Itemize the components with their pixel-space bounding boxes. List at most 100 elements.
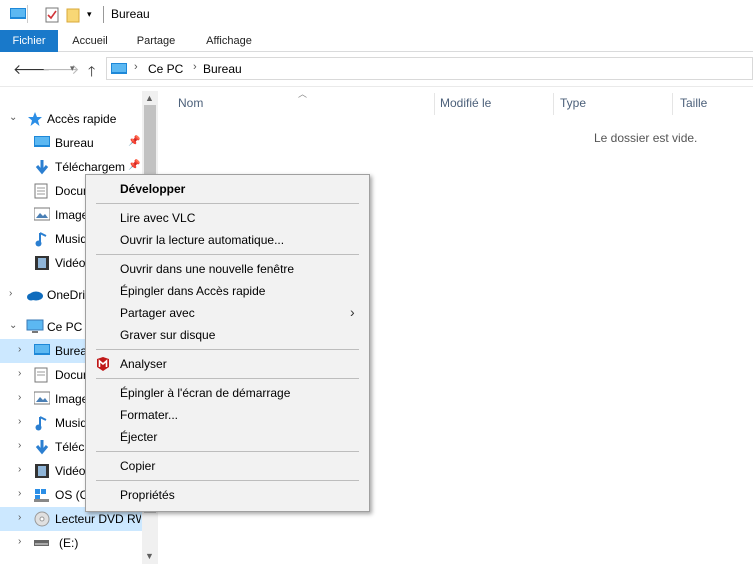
nav-label: OS (C:)	[55, 488, 85, 502]
computer-icon	[26, 319, 44, 335]
new-folder-icon[interactable]	[66, 7, 80, 23]
tab-accueil[interactable]: Accueil	[62, 30, 118, 52]
expand-chevron-icon[interactable]: ›	[18, 488, 21, 499]
star-icon	[27, 111, 43, 127]
nav-quick-access[interactable]: ⌄ Accès rapide	[0, 107, 142, 131]
expand-chevron-icon[interactable]: ›	[18, 440, 21, 451]
expand-chevron-icon[interactable]: ⌄	[9, 112, 17, 123]
menu-separator	[96, 349, 359, 350]
nav-label: Téléchargements	[55, 160, 125, 174]
breadcrumb-ce-pc[interactable]: Ce PC	[148, 62, 183, 76]
recent-locations-chevron-icon[interactable]: ▾	[70, 63, 75, 74]
nav-item-drive-e[interactable]: › (E:)	[0, 531, 142, 555]
tab-partage[interactable]: Partage	[128, 30, 184, 52]
column-divider[interactable]	[672, 93, 673, 115]
nav-label: Lecteur DVD RW	[55, 512, 141, 526]
menu-item-play-vlc[interactable]: Lire avec VLC	[86, 207, 369, 229]
column-size[interactable]: Taille	[674, 91, 753, 116]
empty-folder-message: Le dossier est vide.	[594, 131, 698, 145]
navigation-bar: 🡐 🡒 ▾ 🡑 › Ce PC › Bureau	[0, 52, 753, 87]
picture-icon	[34, 391, 50, 405]
pin-icon[interactable]: 📌	[128, 136, 140, 147]
desktop-folder-icon	[10, 7, 26, 21]
nav-label: Accès rapide	[47, 112, 117, 126]
expand-chevron-icon[interactable]: ›	[18, 512, 21, 523]
menu-separator	[96, 480, 359, 481]
desktop-folder-icon	[34, 343, 50, 357]
nav-label: Bureau	[55, 344, 85, 358]
menu-separator	[96, 451, 359, 452]
nav-label: Documents	[55, 184, 85, 198]
breadcrumb-bureau[interactable]: Bureau	[203, 62, 242, 76]
expand-chevron-icon[interactable]: ⌄	[9, 320, 17, 331]
properties-icon[interactable]	[45, 7, 59, 23]
menu-item-pin-start[interactable]: Épingler à l'écran de démarrage	[86, 382, 369, 404]
expand-chevron-icon[interactable]: ›	[9, 288, 12, 299]
menu-item-scan[interactable]: Analyser	[86, 353, 369, 375]
menu-item-burn-disc[interactable]: Graver sur disque	[86, 324, 369, 346]
tab-fichier[interactable]: Fichier	[0, 30, 58, 52]
menu-item-copy[interactable]: Copier	[86, 455, 369, 477]
column-type[interactable]: Type	[554, 91, 672, 116]
desktop-location-icon	[111, 62, 127, 76]
menu-separator	[96, 203, 359, 204]
nav-label: Bureau	[55, 136, 94, 150]
menu-separator	[96, 378, 359, 379]
nav-label: Images	[55, 392, 85, 406]
film-icon	[34, 255, 50, 271]
document-icon	[34, 367, 48, 383]
scroll-down-icon[interactable]: ▼	[145, 551, 154, 561]
cloud-icon	[26, 289, 44, 301]
tab-affichage[interactable]: Affichage	[196, 30, 262, 52]
column-nom[interactable]: Nom	[172, 91, 436, 116]
desktop-folder-icon	[34, 135, 50, 149]
usb-drive-icon	[34, 539, 50, 547]
column-modified[interactable]: Modifié le	[434, 91, 554, 116]
customize-toolbar-chevron-icon[interactable]: ▾	[87, 9, 92, 20]
submenu-chevron-icon: ›	[350, 304, 355, 320]
nav-label: Musique	[55, 416, 85, 430]
menu-item-expand[interactable]: Développer	[86, 178, 369, 200]
expand-chevron-icon[interactable]: ›	[18, 344, 21, 355]
breadcrumb-chevron-icon[interactable]: ›	[134, 61, 138, 73]
context-menu: Développer Lire avec VLC Ouvrir la lectu…	[85, 174, 370, 512]
scroll-up-icon[interactable]: ▲	[145, 93, 154, 103]
menu-item-eject[interactable]: Éjecter	[86, 426, 369, 448]
nav-label: Images	[55, 208, 85, 222]
title-separator	[27, 5, 28, 23]
menu-item-format[interactable]: Formater...	[86, 404, 369, 426]
breadcrumb-chevron-icon[interactable]: ›	[193, 61, 197, 73]
menu-item-properties[interactable]: Propriétés	[86, 484, 369, 506]
nav-label: Téléchargements	[55, 440, 85, 454]
expand-chevron-icon[interactable]: ›	[18, 392, 21, 403]
window-title: Bureau	[111, 7, 150, 21]
menu-item-autoplay[interactable]: Ouvrir la lecture automatique...	[86, 229, 369, 251]
menu-separator	[96, 254, 359, 255]
film-icon	[34, 463, 50, 479]
nav-label: Vidéos	[55, 256, 85, 270]
expand-chevron-icon[interactable]: ›	[18, 416, 21, 427]
expand-chevron-icon[interactable]: ›	[18, 464, 21, 475]
ribbon-tabs: Fichier Accueil Partage Affichage	[0, 30, 753, 52]
expand-chevron-icon[interactable]: ›	[18, 368, 21, 379]
menu-item-share-with[interactable]: Partager avec ›	[86, 302, 369, 324]
windows-drive-icon	[34, 487, 50, 503]
nav-label: Musique	[55, 232, 85, 246]
nav-item-bureau[interactable]: Bureau 📌	[0, 131, 142, 155]
nav-label: Documents	[55, 368, 85, 382]
menu-item-pin-quick-access[interactable]: Épingler dans Accès rapide	[86, 280, 369, 302]
nav-label: OneDrive	[47, 288, 87, 302]
music-note-icon	[35, 415, 49, 431]
picture-icon	[34, 207, 50, 221]
menu-item-open-new-window[interactable]: Ouvrir dans une nouvelle fenêtre	[86, 258, 369, 280]
address-bar[interactable]: › Ce PC › Bureau	[106, 57, 753, 80]
download-arrow-icon	[34, 439, 50, 455]
up-arrow-icon[interactable]: 🡑	[88, 61, 95, 85]
pin-icon[interactable]: 📌	[128, 160, 140, 171]
nav-label: (E:)	[59, 536, 79, 550]
expand-chevron-icon[interactable]: ›	[18, 536, 21, 547]
nav-label: Vidéos	[55, 464, 85, 478]
download-arrow-icon	[34, 159, 50, 175]
music-note-icon	[35, 231, 49, 247]
nav-label: Ce PC	[47, 320, 83, 334]
